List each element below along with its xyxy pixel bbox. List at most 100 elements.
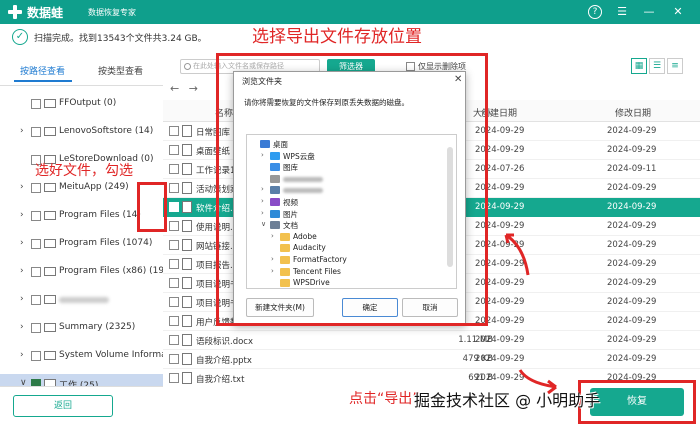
tree-item-label: MeituApp (249) [59, 182, 129, 192]
tree-item-label: Program Files (14) [59, 210, 141, 220]
row-checkbox[interactable] [169, 335, 179, 345]
tree-item-checkbox[interactable] [31, 99, 41, 109]
tree-item-checkbox[interactable] [31, 211, 41, 221]
bottom-left-bar: 返回 [0, 386, 163, 428]
chevron-right-icon[interactable]: › [20, 238, 24, 248]
tree-item-checkbox[interactable] [31, 267, 41, 277]
view-grid-icon[interactable]: ▦ [631, 58, 647, 74]
chevron-right-icon[interactable]: › [20, 126, 24, 136]
file-modified: 2024-09-29 [607, 316, 657, 326]
tree-item[interactable]: › LenovoSoftstore (14) [0, 122, 163, 142]
chevron-right-icon[interactable]: › [20, 266, 24, 276]
file-modified: 2024-09-29 [607, 335, 657, 345]
minimize-icon[interactable]: — [641, 4, 657, 20]
tree-item-checkbox[interactable] [31, 351, 41, 361]
table-row[interactable]: 自我介绍.pptx 479 KB 2024-09-29 2024-09-29 [163, 350, 700, 369]
blurred-label [59, 297, 109, 303]
back-button[interactable]: 返回 [13, 395, 113, 417]
file-icon [182, 315, 192, 327]
row-checkbox[interactable] [169, 145, 179, 155]
chevron-right-icon[interactable]: › [20, 182, 24, 192]
folder-icon [44, 351, 56, 360]
tree-item[interactable]: › [0, 290, 163, 310]
scan-status-text: 扫描完成。找到13543个文件共3.24 GB。 [34, 34, 207, 44]
chevron-right-icon[interactable]: ∨ [20, 378, 27, 386]
row-checkbox[interactable] [169, 259, 179, 269]
file-icon [182, 277, 192, 289]
file-icon [182, 144, 192, 156]
annotation-box-checkbox [137, 182, 167, 232]
folder-icon [44, 211, 56, 220]
chevron-right-icon[interactable]: › [20, 210, 24, 220]
folder-icon [44, 99, 56, 108]
tree-item-label: 工作 (25) [59, 381, 99, 386]
row-checkbox[interactable] [169, 316, 179, 326]
row-checkbox[interactable] [169, 297, 179, 307]
folder-icon [44, 183, 56, 192]
row-checkbox[interactable] [169, 373, 179, 383]
row-checkbox[interactable] [169, 278, 179, 288]
tree-item-checkbox[interactable] [31, 239, 41, 249]
row-checkbox[interactable] [169, 240, 179, 250]
tab-by-path[interactable]: 按路径查看 [13, 64, 73, 82]
help-icon[interactable]: ? [588, 5, 602, 19]
row-checkbox[interactable] [169, 126, 179, 136]
file-icon [182, 353, 192, 365]
nav-forward-icon[interactable]: → [189, 82, 198, 95]
tree-item-checkbox[interactable] [31, 379, 41, 386]
folder-icon [44, 239, 56, 248]
close-icon[interactable]: ✕ [670, 4, 686, 20]
title-bar: 数据蛙 数据恢复专家 ? ☰ — ✕ [0, 0, 700, 24]
nav-back-icon[interactable]: ← [170, 82, 179, 95]
annotation-box-dialog [216, 53, 488, 326]
chevron-right-icon[interactable]: › [20, 322, 24, 332]
row-checkbox[interactable] [169, 221, 179, 231]
row-checkbox[interactable] [169, 183, 179, 193]
tree-item-label: LenovoSoftstore (14) [59, 126, 154, 136]
annotation-top: 选择导出文件存放位置 [252, 27, 422, 47]
row-checkbox[interactable] [169, 164, 179, 174]
tree-item-label: Program Files (x86) (1976) [59, 266, 163, 276]
menu-icon[interactable]: ☰ [614, 4, 630, 20]
tab-by-type[interactable]: 按类型查看 [98, 64, 143, 77]
row-checkbox[interactable] [169, 202, 179, 212]
app-name: 数据蛙 [27, 6, 64, 20]
tree-item-checkbox[interactable] [31, 295, 41, 305]
chevron-right-icon[interactable]: › [20, 294, 24, 304]
tree-item-label: FFOutput (0) [59, 98, 117, 108]
file-modified: 2024-09-29 [607, 145, 657, 155]
file-modified: 2024-09-29 [607, 126, 657, 136]
folder-tree: FFOutput (0) › LenovoSoftstore (14) LeStore… [0, 90, 163, 386]
file-modified: 2024-09-29 [607, 259, 657, 269]
folder-icon [44, 295, 56, 304]
file-icon [182, 182, 192, 194]
tree-item[interactable]: › Summary (2325) [0, 318, 163, 338]
annotation-bottom: 点击“导出” [349, 391, 420, 407]
tree-item[interactable]: › Program Files (1074) [0, 234, 163, 254]
folder-icon [44, 127, 56, 136]
tree-item-checkbox[interactable] [31, 183, 41, 193]
table-row[interactable]: 语段标识.docx 1.11 MB 2024-09-29 2024-09-29 [163, 331, 700, 350]
tree-item[interactable]: › Program Files (x86) (1976) [0, 262, 163, 282]
tree-item-checkbox[interactable] [31, 323, 41, 333]
file-icon [182, 258, 192, 270]
row-checkbox[interactable] [169, 354, 179, 364]
file-modified: 2024-09-29 [607, 297, 657, 307]
file-modified: 2024-09-29 [607, 202, 657, 212]
nav-arrows: ← → [170, 82, 200, 98]
column-modified[interactable]: 修改日期 [615, 106, 651, 119]
file-modified: 2024-09-29 [607, 221, 657, 231]
tree-item[interactable]: FFOutput (0) [0, 94, 163, 114]
tree-item-label: Program Files (1074) [59, 238, 153, 248]
view-detail-icon[interactable]: ≡ [667, 58, 683, 74]
tree-item-checkbox[interactable] [31, 127, 41, 137]
tree-item[interactable]: ∨ 工作 (25) [0, 374, 163, 386]
file-icon [182, 220, 192, 232]
tree-item-label: System Volume Information [59, 350, 163, 360]
tree-item[interactable]: › System Volume Information [0, 346, 163, 366]
file-icon [182, 296, 192, 308]
file-icon [182, 125, 192, 137]
file-name: 语段标识.docx [196, 337, 254, 347]
chevron-right-icon[interactable]: › [20, 350, 24, 360]
view-list-icon[interactable]: ☰ [649, 58, 665, 74]
